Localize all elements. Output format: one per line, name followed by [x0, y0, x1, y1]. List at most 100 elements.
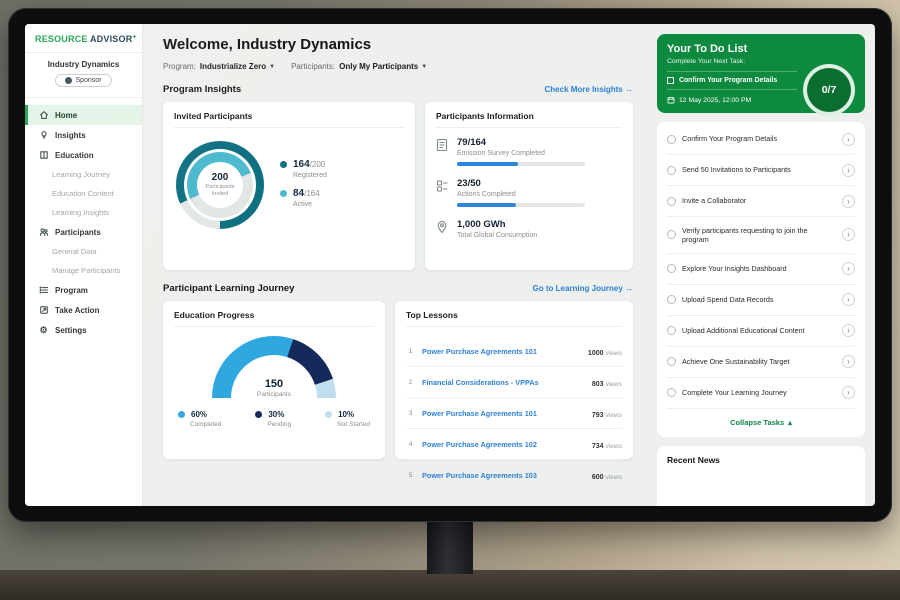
- lesson-row[interactable]: 1 Power Purchase Agreements 101 1000view…: [406, 336, 622, 367]
- learning-journey-section-header: Participant Learning Journey Go to Learn…: [163, 283, 633, 294]
- todo-title: Your To Do List: [667, 43, 855, 55]
- sponsor-badge[interactable]: Sponsor: [55, 74, 111, 87]
- task-row[interactable]: Explore Your Insights Dashboard ›: [667, 254, 855, 285]
- lesson-row[interactable]: 5 Power Purchase Agreements 103 600views: [406, 460, 622, 490]
- progress-bar: [457, 203, 585, 207]
- sidebar-item-program[interactable]: Program: [25, 280, 142, 300]
- legend-item-not-started: 10% Not Started: [325, 410, 370, 428]
- sidebar-item-education-content[interactable]: Education Content: [25, 184, 142, 203]
- recent-news-card: Recent News: [657, 446, 865, 506]
- go-to-learning-journey-link[interactable]: Go to Learning Journey →: [533, 284, 633, 293]
- lesson-row[interactable]: 2 Financial Considerations - VPPAs 803vi…: [406, 367, 622, 398]
- sidebar-item-label: Settings: [55, 326, 87, 335]
- chevron-right-icon[interactable]: ›: [842, 133, 855, 146]
- sidebar-subitem-label: Manage Participants: [52, 266, 120, 275]
- check-more-insights-link[interactable]: Check More Insights →: [545, 85, 633, 94]
- gauge-center-label: Participants: [212, 391, 336, 398]
- sidebar-item-insights[interactable]: Insights: [25, 125, 142, 145]
- home-icon: [38, 110, 49, 121]
- task-checkbox[interactable]: [667, 357, 676, 366]
- task-checkbox[interactable]: [667, 166, 676, 175]
- task-checkbox[interactable]: [667, 295, 676, 304]
- lesson-link[interactable]: Power Purchase Agreements 103: [422, 471, 585, 480]
- task-checkbox[interactable]: [667, 197, 676, 206]
- chevron-right-icon[interactable]: ›: [842, 293, 855, 306]
- sidebar-item-learning-journey[interactable]: Learning Journey: [25, 165, 142, 184]
- org-name: Industry Dynamics: [31, 60, 136, 69]
- checkbox-icon[interactable]: [667, 77, 674, 84]
- desk-surface: [0, 570, 900, 600]
- sidebar-item-learning-insights[interactable]: Learning Insights: [25, 203, 142, 222]
- page-title: Welcome, Industry Dynamics: [163, 36, 633, 53]
- monitor-bezel: RESOURCE ADVISOR+ Industry Dynamics Spon…: [8, 8, 892, 522]
- top-lessons-card: Top Lessons 1 Power Purchase Agreements …: [395, 301, 633, 459]
- lesson-link[interactable]: Power Purchase Agreements 101: [422, 347, 581, 356]
- sidebar-item-manage-participants[interactable]: Manage Participants: [25, 261, 142, 280]
- sidebar-subitem-label: Learning Insights: [52, 208, 109, 217]
- account-block: Industry Dynamics Sponsor: [25, 53, 142, 98]
- task-row[interactable]: Upload Spend Data Records ›: [667, 285, 855, 316]
- chevron-right-icon[interactable]: ›: [842, 355, 855, 368]
- recent-news-title: Recent News: [667, 455, 855, 465]
- task-checkbox[interactable]: [667, 264, 676, 273]
- lesson-link[interactable]: Power Purchase Agreements 102: [422, 440, 585, 449]
- sidebar: RESOURCE ADVISOR+ Industry Dynamics Spon…: [25, 24, 143, 506]
- sidebar-item-general-data[interactable]: General Data: [25, 242, 142, 261]
- card-title: Participants Information: [436, 111, 622, 128]
- lesson-row[interactable]: 4 Power Purchase Agreements 102 734views: [406, 429, 622, 460]
- program-filter-label: Program:: [163, 62, 196, 71]
- program-insights-cards: Invited Participants 200 Participants In…: [163, 102, 633, 270]
- task-checkbox[interactable]: [667, 326, 676, 335]
- chevron-right-icon[interactable]: ›: [842, 228, 855, 241]
- chevron-right-icon[interactable]: ›: [842, 164, 855, 177]
- task-checkbox[interactable]: [667, 230, 676, 239]
- lesson-link[interactable]: Power Purchase Agreements 101: [422, 409, 585, 418]
- task-row[interactable]: Verify participants requesting to join t…: [667, 217, 855, 254]
- bulb-icon: [38, 130, 49, 141]
- task-row[interactable]: Invite a Collaborator ›: [667, 186, 855, 217]
- arrow-right-icon: →: [625, 284, 633, 293]
- collapse-tasks-button[interactable]: Collapse Tasks ▴: [667, 409, 855, 435]
- sidebar-subitem-label: Education Content: [52, 189, 114, 198]
- chevron-right-icon[interactable]: ›: [842, 386, 855, 399]
- main-content: Welcome, Industry Dynamics Program: Indu…: [143, 24, 649, 506]
- task-row[interactable]: Achieve One Sustainability Target ›: [667, 347, 855, 378]
- task-checkbox[interactable]: [667, 388, 676, 397]
- app-logo: RESOURCE ADVISOR+: [25, 24, 142, 53]
- lesson-link[interactable]: Financial Considerations - VPPAs: [422, 378, 585, 387]
- stat-emission-survey: 79/164 Emission Survey Completed: [436, 137, 622, 166]
- sidebar-item-label: Program: [55, 286, 88, 295]
- people-icon: [38, 227, 49, 238]
- participants-filter[interactable]: Participants: Only My Participants ▼: [291, 62, 427, 71]
- section-title: Program Insights: [163, 84, 241, 95]
- chevron-right-icon[interactable]: ›: [842, 262, 855, 275]
- participants-information-card: Participants Information 79/164 Emission…: [425, 102, 633, 270]
- chevron-right-icon[interactable]: ›: [842, 195, 855, 208]
- sidebar-item-home[interactable]: Home: [25, 105, 142, 125]
- sidebar-item-label: Take Action: [55, 306, 99, 315]
- legend-dot: [280, 161, 287, 168]
- card-title: Education Progress: [174, 310, 374, 327]
- program-filter[interactable]: Program: Industrialize Zero ▼: [163, 62, 275, 71]
- actions-icon: [436, 179, 449, 194]
- next-task[interactable]: Confirm Your Program Details: [667, 71, 797, 90]
- task-row[interactable]: Send 50 Invitations to Participants ›: [667, 155, 855, 186]
- lesson-row[interactable]: 3 Power Purchase Agreements 101 793views: [406, 398, 622, 429]
- task-checkbox[interactable]: [667, 135, 676, 144]
- task-row[interactable]: Complete Your Learning Journey ›: [667, 378, 855, 409]
- chevron-up-icon: ▴: [788, 418, 792, 427]
- sidebar-item-take-action[interactable]: Take Action: [25, 300, 142, 320]
- legend-item-completed: 60% Completed: [178, 410, 221, 428]
- todo-progress-value: 0/7: [822, 84, 837, 96]
- chevron-right-icon[interactable]: ›: [842, 324, 855, 337]
- sidebar-item-label: Participants: [55, 228, 101, 237]
- progress-bar: [457, 162, 585, 166]
- task-row[interactable]: Upload Additional Educational Content ›: [667, 316, 855, 347]
- sidebar-item-settings[interactable]: ⚙ Settings: [25, 320, 142, 340]
- logo-secondary: ADVISOR: [90, 34, 132, 44]
- task-row[interactable]: Confirm Your Program Details ›: [667, 124, 855, 155]
- sidebar-item-education[interactable]: Education: [25, 145, 142, 165]
- sidebar-item-label: Home: [55, 111, 77, 120]
- sidebar-item-participants[interactable]: Participants: [25, 222, 142, 242]
- legend-item-active: 84/164 Active: [280, 188, 327, 208]
